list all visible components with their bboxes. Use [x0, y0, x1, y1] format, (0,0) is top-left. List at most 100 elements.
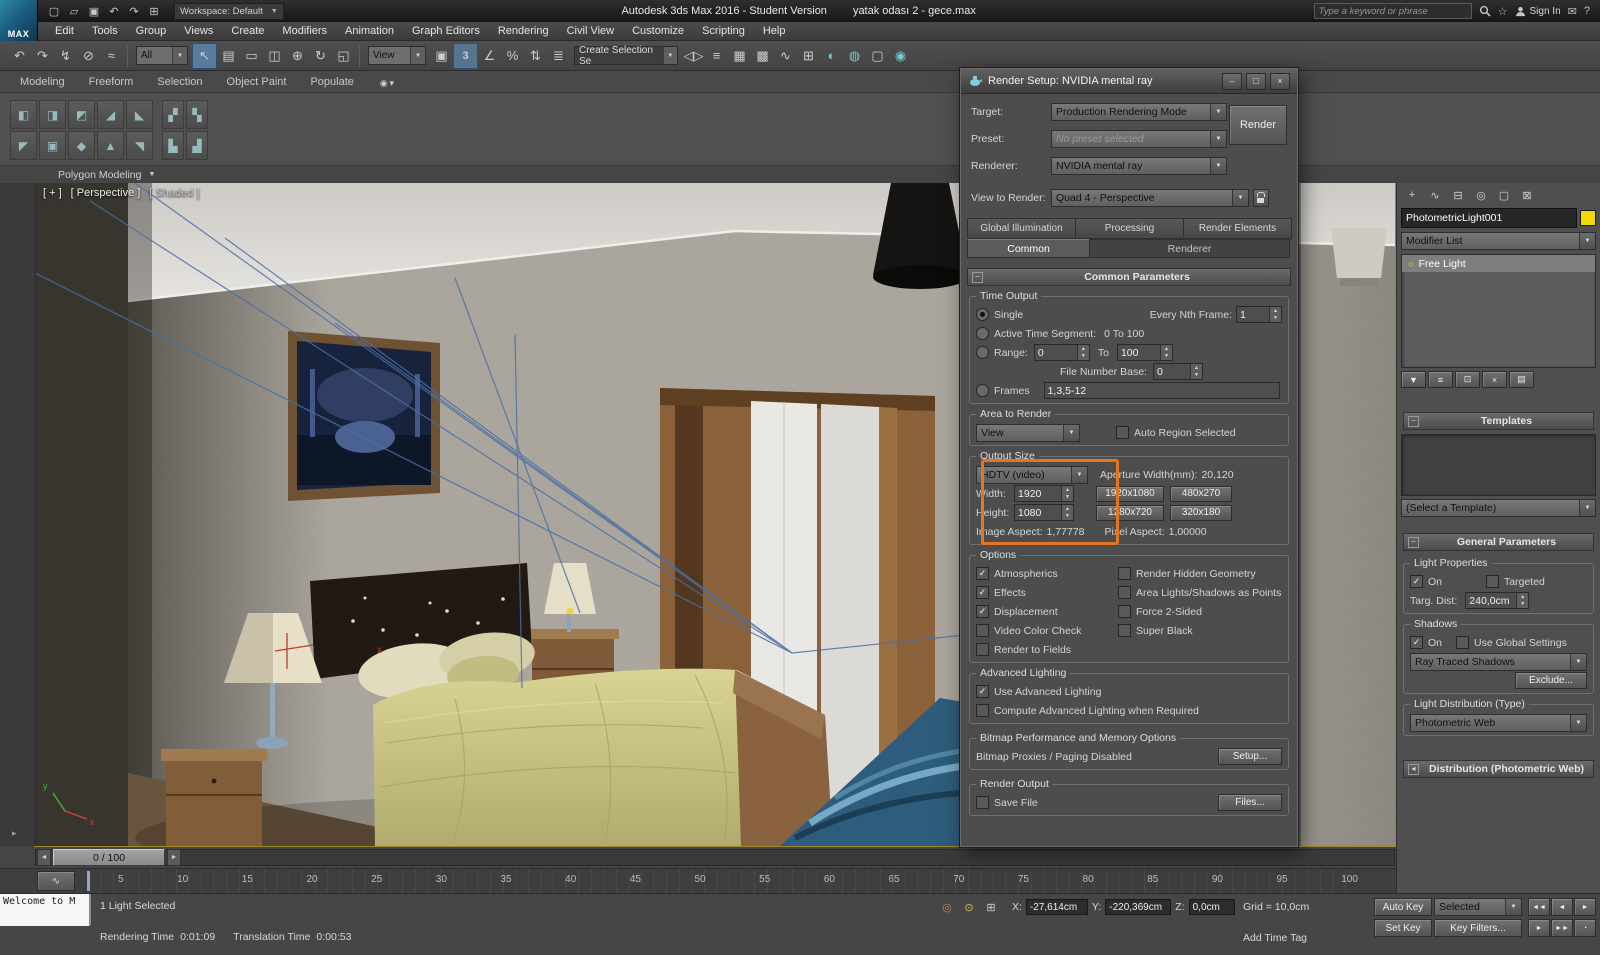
shadow-type-dropdown[interactable]: Ray Traced Shadows ▼ [1410, 652, 1587, 671]
spinner-icon[interactable]: ▲ ▼ [1269, 307, 1281, 322]
configure-modifier-sets-icon[interactable]: ▤ [1509, 371, 1534, 388]
communication-center-icon[interactable]: ✉ [1568, 5, 1577, 18]
modeling-tool-button[interactable]: ◥ [126, 131, 153, 160]
mini-curve-editor-button[interactable]: ∿ [37, 871, 75, 891]
ribbon-config-icon[interactable]: ◉ ▾ [374, 74, 400, 92]
displacement-checkbox[interactable]: ✓ Displacement [976, 605, 1058, 618]
distribution-rollout[interactable]: ◂ Distribution (Photometric Web) [1403, 760, 1594, 778]
key-filters-button[interactable]: Key Filters... [1434, 919, 1522, 937]
modeling-tool-button[interactable]: ◩ [68, 100, 95, 129]
named-selection-sets-icon[interactable]: ≣ [547, 44, 570, 68]
select-and-rotate-icon[interactable]: ↻ [309, 44, 332, 68]
preset-dropdown[interactable]: No preset selected ▼ [1051, 130, 1227, 148]
modify-tab-icon[interactable]: ∿ [1424, 186, 1446, 204]
menu-item[interactable]: Modifiers [273, 22, 336, 40]
renderer-dropdown[interactable]: NVIDIA mental ray ▼ [1051, 157, 1227, 175]
reference-coordinate-dropdown[interactable]: View ▼ [368, 46, 426, 65]
bind-to-space-warp-icon[interactable]: ≈ [100, 44, 123, 68]
general-parameters-rollout[interactable]: − General Parameters [1403, 533, 1594, 551]
rectangular-selection-region-icon[interactable]: ▭ [240, 44, 263, 68]
show-end-result-icon[interactable]: ≡ [1428, 371, 1453, 388]
target-distance-field[interactable]: 240,0cm ▲ ▼ [1465, 592, 1530, 609]
add-time-tag[interactable]: Add Time Tag [1243, 932, 1307, 944]
height-field[interactable]: 1080 ▲ ▼ [1014, 504, 1074, 521]
time-slider-handle[interactable]: 0 / 100 [53, 849, 165, 866]
polygon-modeling-panel-header[interactable]: Polygon Modeling ▼ [0, 165, 1600, 183]
resolution-preset-button[interactable]: 320x180 [1170, 504, 1232, 521]
frames-radio[interactable] [976, 384, 989, 397]
undo-icon[interactable]: ↶ [104, 2, 124, 20]
menu-item[interactable]: Scripting [693, 22, 754, 40]
width-field[interactable]: 1920 ▲ ▼ [1014, 485, 1074, 502]
tab-common[interactable]: Common [967, 239, 1091, 258]
targeted-checkbox[interactable]: Targeted [1486, 575, 1545, 588]
resolution-preset-button[interactable]: 1280x720 [1096, 504, 1164, 521]
tab-renderer[interactable]: Renderer [1089, 239, 1290, 258]
use-advanced-lighting-checkbox[interactable]: ✓ Use Advanced Lighting [976, 685, 1101, 698]
project-folder-icon[interactable]: ⊞ [144, 2, 164, 20]
single-radio[interactable] [976, 308, 989, 321]
workspace-dropdown[interactable]: Workspace: Default ▼ [174, 2, 284, 20]
track-bar[interactable]: ∿ 5 10 15 20 25 30 35 40 45 50 55 60 65 70 75 80 85 90 95 1… [0, 868, 1396, 894]
play-animation-icon[interactable]: ► [1574, 898, 1596, 916]
dialog-title-bar[interactable]: Render Setup: NVIDIA mental ray – □ × [961, 69, 1297, 94]
snap-toggle-3d-icon[interactable]: 3 [453, 42, 478, 69]
favorites-star-icon[interactable]: ☆ [1498, 5, 1508, 18]
time-configuration-icon[interactable]: ◔ [1574, 919, 1596, 937]
use-pivot-point-icon[interactable]: ▣ [430, 44, 453, 68]
material-editor-icon[interactable]: ◐ [820, 44, 843, 68]
shadows-on-checkbox[interactable]: ✓ On [1410, 636, 1442, 649]
redo-icon[interactable]: ↷ [31, 44, 54, 68]
modeling-tool-button[interactable]: ▟ [186, 131, 208, 160]
light-distribution-dropdown[interactable]: Photometric Web ▼ [1410, 713, 1587, 732]
compute-advanced-lighting-checkbox[interactable]: Compute Advanced Lighting when Required [976, 704, 1199, 717]
effects-checkbox[interactable]: ✓ Effects [976, 586, 1026, 599]
rendered-frame-window-icon[interactable]: ▢ [866, 44, 889, 68]
utilities-tab-icon[interactable]: ⊠ [1516, 186, 1538, 204]
offset-mode-icon[interactable]: ⊞ [982, 899, 1000, 915]
modeling-tool-button[interactable]: ◆ [68, 131, 95, 160]
render-setup-icon[interactable]: ◍ [843, 44, 866, 68]
pin-stack-icon[interactable]: ▼ [1401, 371, 1426, 388]
tab-processing[interactable]: Processing [1075, 218, 1184, 239]
window-crossing-icon[interactable]: ◫ [263, 44, 286, 68]
layer-manager-icon[interactable]: ▦ [728, 44, 751, 68]
every-nth-frame-field[interactable]: 1 ▲ ▼ [1236, 306, 1282, 323]
unlink-selection-icon[interactable]: ⊘ [77, 44, 100, 68]
layout-tabs-arrow[interactable]: ▸ [12, 828, 17, 839]
previous-frame-icon[interactable]: ◄ [1551, 898, 1573, 916]
active-time-segment-radio[interactable] [976, 327, 989, 340]
templates-rollout[interactable]: − Templates [1403, 412, 1594, 430]
tab-modeling[interactable]: Modeling [8, 72, 77, 92]
menu-item[interactable]: Create [222, 22, 273, 40]
next-frame-icon[interactable]: ► [1528, 919, 1550, 937]
display-tab-icon[interactable]: ▢ [1493, 186, 1515, 204]
tab-render-elements[interactable]: Render Elements [1183, 218, 1292, 239]
modeling-tool-button[interactable]: ◣ [126, 100, 153, 129]
time-slider-track[interactable] [35, 849, 1395, 866]
render-production-icon[interactable]: ◉ [889, 44, 912, 68]
select-object-icon[interactable]: ↖ [192, 42, 217, 69]
menu-item[interactable]: Civil View [558, 22, 623, 40]
maxscript-mini-listener[interactable]: Welcome to M [0, 894, 90, 926]
menu-item[interactable]: Group [127, 22, 176, 40]
viewport-general-menu[interactable]: [ + ] [43, 187, 62, 199]
auto-region-selected-checkbox[interactable]: Auto Region Selected [1116, 426, 1236, 439]
align-icon[interactable]: ≡ [705, 44, 728, 68]
output-size-preset-dropdown[interactable]: HDTV (video) ▼ [976, 465, 1088, 484]
menu-item[interactable]: Graph Editors [403, 22, 489, 40]
use-global-settings-checkbox[interactable]: Use Global Settings [1456, 636, 1567, 649]
close-button[interactable]: × [1270, 72, 1290, 90]
maximize-button[interactable]: □ [1246, 72, 1266, 90]
exclude-button[interactable]: Exclude... [1515, 672, 1587, 689]
hierarchy-tab-icon[interactable]: ⊟ [1447, 186, 1469, 204]
video-color-check-checkbox[interactable]: Video Color Check [976, 624, 1081, 637]
select-and-link-icon[interactable]: ↯ [54, 44, 77, 68]
previous-frame-button[interactable]: ◄ [37, 849, 51, 866]
common-parameters-rollout[interactable]: − Common Parameters [967, 268, 1291, 286]
search-input[interactable] [1313, 3, 1472, 19]
undo-icon[interactable]: ↶ [8, 44, 31, 68]
modifier-stack[interactable]: ○ Free Light [1401, 254, 1596, 368]
object-name-field[interactable]: PhotometricLight001 [1401, 208, 1577, 228]
render-button[interactable]: Render [1229, 105, 1287, 145]
